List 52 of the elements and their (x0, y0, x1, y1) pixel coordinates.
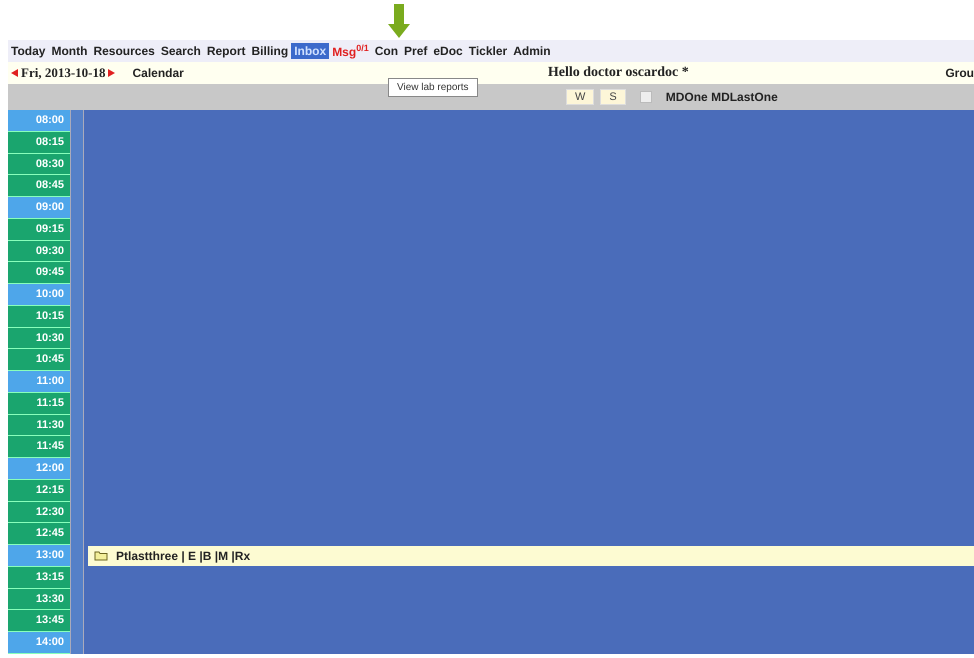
time-slot[interactable]: 10:15 (8, 306, 70, 328)
time-slot[interactable]: 09:15 (8, 218, 70, 240)
time-slot[interactable]: 08:00 (8, 110, 70, 132)
menu-item[interactable]: Pref (401, 43, 430, 59)
time-slot[interactable]: 09:45 (8, 262, 70, 284)
folder-icon (94, 550, 108, 561)
time-slot[interactable]: 13:15 (8, 566, 70, 588)
time-slot[interactable]: 08:45 (8, 175, 70, 197)
group-label: Grou (945, 66, 974, 80)
menu-item[interactable]: eDoc (430, 43, 466, 59)
time-slot[interactable]: 11:45 (8, 436, 70, 458)
calendar-link[interactable]: Calendar (132, 66, 184, 80)
menu-item[interactable]: Con (372, 43, 402, 59)
provider-name: MDOne MDLastOne (666, 90, 778, 104)
previous-day-icon[interactable] (11, 69, 18, 77)
time-slot[interactable]: 11:15 (8, 392, 70, 414)
time-slot[interactable]: 12:30 (8, 502, 70, 524)
menu-item[interactable]: Month (48, 43, 90, 59)
time-slot[interactable]: 14:00 (8, 632, 70, 654)
checkbox[interactable] (640, 91, 652, 103)
menu-item[interactable]: Report (204, 43, 249, 59)
time-slot[interactable]: 10:45 (8, 349, 70, 371)
greeting: Hello doctor oscardoc * (548, 65, 689, 81)
menu-item[interactable]: Admin (510, 43, 554, 59)
current-date: Fri, 2013-10-18 (21, 65, 106, 81)
menu-item[interactable]: Resources (90, 43, 158, 59)
time-slot[interactable]: 10:30 (8, 328, 70, 350)
view-button[interactable]: W (566, 89, 594, 105)
appointment[interactable]: Ptlastthree | E |B |M |Rx (88, 546, 974, 566)
time-slot[interactable]: 08:15 (8, 132, 70, 154)
menu-item[interactable]: Billing (248, 43, 292, 59)
next-day-icon[interactable] (108, 69, 116, 77)
time-slot[interactable]: 11:00 (8, 371, 70, 393)
time-slot[interactable]: 12:00 (8, 458, 70, 480)
menu-item[interactable]: Msg$^{0/1}$ (329, 42, 372, 60)
time-slot[interactable]: 13:45 (8, 610, 70, 632)
menu-item[interactable]: Inbox (291, 43, 330, 59)
time-slot[interactable]: 12:45 (8, 523, 70, 545)
tooltip: View lab reports (388, 78, 478, 97)
time-slot[interactable]: 11:30 (8, 414, 70, 436)
time-slot[interactable]: 10:00 (8, 284, 70, 306)
view-button[interactable]: S (600, 89, 626, 105)
menu-item[interactable]: Today (8, 43, 48, 59)
time-slot[interactable]: 13:00 (8, 545, 70, 567)
menu-item[interactable]: Tickler (466, 43, 510, 59)
time-slot[interactable]: 09:00 (8, 197, 70, 219)
time-slot[interactable]: 12:15 (8, 480, 70, 502)
time-slot[interactable]: 08:30 (8, 154, 70, 176)
time-slot[interactable]: 09:30 (8, 240, 70, 262)
down-arrow-icon (388, 4, 410, 38)
menu-item[interactable]: Search (158, 43, 204, 59)
time-slot[interactable]: 13:30 (8, 588, 70, 610)
